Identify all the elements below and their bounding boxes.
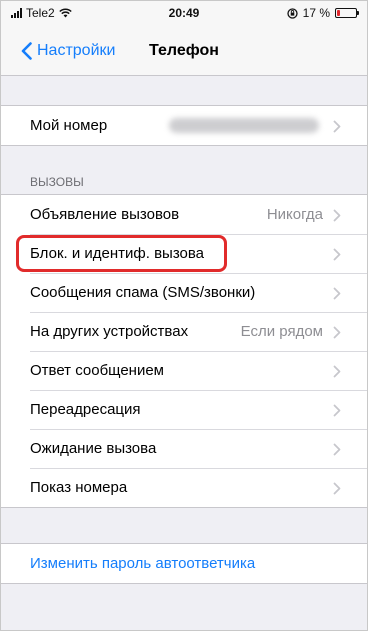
show-caller-id-row[interactable]: Показ номера <box>1 468 367 507</box>
chevron-right-icon <box>333 287 341 300</box>
navigation-bar: Настройки Телефон <box>1 25 367 76</box>
row-label: Переадресация <box>30 401 141 418</box>
battery-percent: 17 % <box>302 6 330 20</box>
page-title: Телефон <box>149 42 219 59</box>
battery-icon <box>335 8 359 18</box>
other-devices-row[interactable]: На других устройствах Если рядом <box>1 312 367 351</box>
reply-with-message-row[interactable]: Ответ сообщением <box>1 351 367 390</box>
row-detail: Никогда <box>266 206 323 223</box>
call-announce-row[interactable]: Объявление вызовов Никогда <box>1 195 367 234</box>
call-forwarding-row[interactable]: Переадресация <box>1 390 367 429</box>
row-label: На других устройствах <box>30 323 189 340</box>
status-right-group: 17 % <box>286 6 359 20</box>
row-label: Показ номера <box>30 479 128 496</box>
status-bar: Tele2 20:49 17 % <box>1 1 367 25</box>
chevron-right-icon <box>333 326 341 339</box>
my-number-group: Мой номер <box>1 105 367 146</box>
chevron-right-icon <box>333 443 341 456</box>
chevron-right-icon <box>333 482 341 495</box>
voicemail-group: Изменить пароль автоответчика <box>1 543 367 584</box>
chevron-right-icon <box>333 248 341 261</box>
chevron-right-icon <box>333 120 341 133</box>
my-number-value-redacted <box>169 118 319 133</box>
row-label: Ответ сообщением <box>30 362 164 379</box>
chevron-right-icon <box>333 365 341 378</box>
highlight-annotation <box>16 235 227 272</box>
battery-level <box>337 10 340 16</box>
chevron-right-icon <box>333 209 341 222</box>
orientation-lock-icon <box>286 7 298 19</box>
spam-messages-row[interactable]: Сообщения спама (SMS/звонки) <box>1 273 367 312</box>
section-header-calls: ВЫЗОВЫ <box>30 175 84 189</box>
row-label: Объявление вызовов <box>30 206 180 223</box>
change-voicemail-password-link[interactable]: Изменить пароль автоответчика <box>30 555 255 572</box>
call-waiting-row[interactable]: Ожидание вызова <box>1 429 367 468</box>
my-number-row[interactable]: Мой номер <box>1 106 367 145</box>
change-voicemail-password-row[interactable]: Изменить пароль автоответчика <box>1 544 367 583</box>
row-label: Ожидание вызова <box>30 440 157 457</box>
row-detail: Если рядом <box>240 323 323 340</box>
chevron-right-icon <box>333 404 341 417</box>
row-label: Сообщения спама (SMS/звонки) <box>30 284 256 301</box>
phone-screen: Tele2 20:49 17 % Настройки Телефон Мой н… <box>0 0 368 631</box>
my-number-label: Мой номер <box>30 117 108 134</box>
